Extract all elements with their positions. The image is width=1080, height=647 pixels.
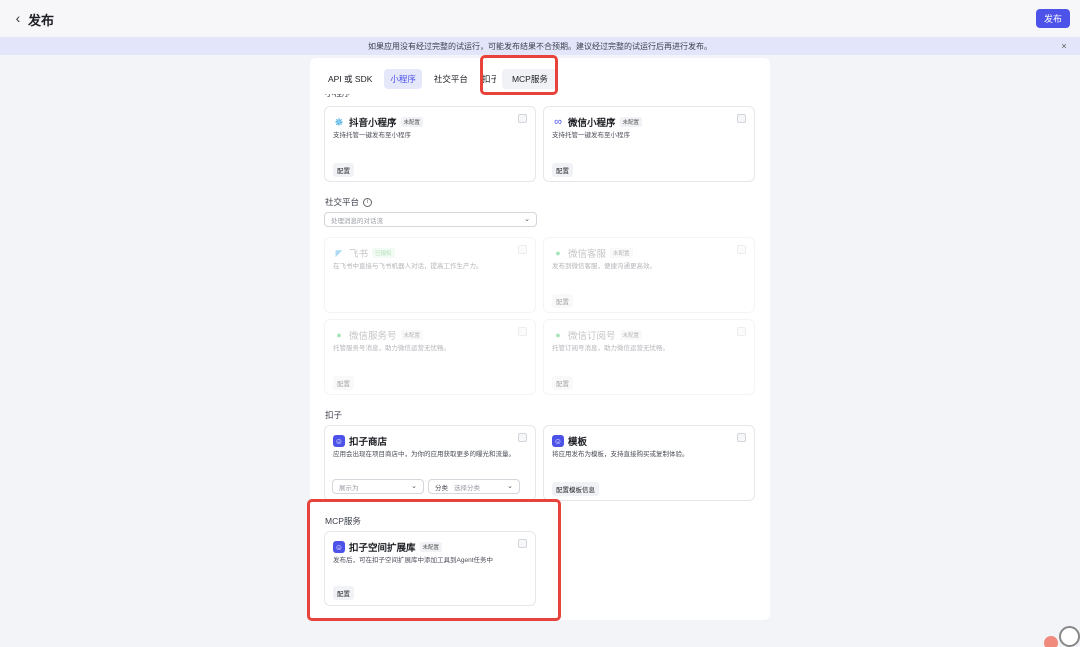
douyin-icon: ✵ xyxy=(334,116,344,129)
card-name: 微信小程序 xyxy=(568,118,616,129)
card-wechat-sub[interactable]: ● 微信订阅号 未配置 托管订阅号消息，助力微信运营无忧畅。 配置 xyxy=(543,319,755,395)
card-desc: 将应用发布为模板，支持直接购买或复制体验。 xyxy=(552,451,689,458)
card-template[interactable]: ☺ 模板 将应用发布为模板，支持直接购买或复制体验。 配置模板信息 xyxy=(543,425,755,501)
card-wechat-service[interactable]: ● 微信服务号 未配置 托管服务号消息，助力微信运营无忧畅。 配置 xyxy=(324,319,536,395)
help-button[interactable] xyxy=(1059,626,1080,647)
status-badge: 未配置 xyxy=(619,117,643,127)
card-name: 抖音小程序 xyxy=(349,118,397,129)
section-social: 社交平台 i xyxy=(325,196,373,208)
status-badge: 未配置 xyxy=(419,542,443,552)
status-badge: 已授权 xyxy=(372,248,395,258)
select-checkbox[interactable] xyxy=(737,114,746,123)
card-name: 扣子商店 xyxy=(349,437,388,448)
wechat-icon: ● xyxy=(336,330,342,340)
section-social-label: 社交平台 xyxy=(325,197,360,207)
card-desc: 在飞书中直接与飞书机器人对话，提高工作生产力。 xyxy=(333,263,483,270)
card-douyin[interactable]: ✵ 抖音小程序 未配置 支持托管一键发布至小程序 配置 xyxy=(324,106,536,182)
select-placeholder: 选择分类 xyxy=(454,484,480,492)
wechat-icon: ● xyxy=(555,248,561,258)
category-prefix: 分类 xyxy=(435,484,448,492)
tab-social[interactable]: 社交平台 xyxy=(428,69,474,89)
status-badge: 未配置 xyxy=(610,248,633,258)
card-name: 扣子空间扩展库 xyxy=(349,543,416,554)
top-bar: ‹ 发布 发布 xyxy=(0,0,1080,37)
card-mcp-ext[interactable]: ☺ 扣子空间扩展库 未配置 发布后，可在扣子空间扩展库中添加工具到Agent任务… xyxy=(324,531,536,606)
feishu-icon: ◤ xyxy=(335,247,343,258)
card-name: 微信客服 xyxy=(568,249,607,260)
avatar[interactable] xyxy=(1044,636,1058,647)
config-button[interactable]: 配置 xyxy=(333,586,354,600)
coze-icon: ☺ xyxy=(333,435,345,447)
card-wechat-kefu[interactable]: ● 微信客服 未配置 发布到微信客服，便捷沟通更高效。 配置 xyxy=(543,237,755,313)
status-badge: 未配置 xyxy=(400,330,424,340)
card-wechat-mini[interactable]: ∞ 微信小程序 未配置 支持托管一键发布至小程序 配置 xyxy=(543,106,755,182)
select-checkbox[interactable] xyxy=(518,327,527,336)
tab-mcp[interactable]: MCP服务 xyxy=(501,69,558,89)
config-button[interactable]: 配置 xyxy=(333,163,354,177)
section-coze: 扣子 xyxy=(325,410,343,420)
select-checkbox[interactable] xyxy=(737,433,746,442)
chevron-down-icon: ⌄ xyxy=(507,483,513,490)
coze-icon: ☺ xyxy=(333,541,345,553)
section-mcp: MCP服务 xyxy=(325,516,361,526)
status-badge: 未配置 xyxy=(619,330,643,340)
config-button[interactable]: 配置 xyxy=(333,376,354,390)
select-checkbox[interactable] xyxy=(518,433,527,442)
close-icon[interactable]: × xyxy=(1058,40,1070,52)
card-name: 飞书 xyxy=(349,249,369,260)
card-desc: 支持托管一键发布至小程序 xyxy=(552,132,630,139)
card-name: 微信服务号 xyxy=(349,331,397,342)
card-desc: 发布到微信客服，便捷沟通更高效。 xyxy=(552,263,656,270)
chevron-down-icon: ⌄ xyxy=(411,483,417,490)
warning-banner: 如果应用没有经过完整的试运行，可能发布结果不合预期。建议经过完整的试运行后再进行… xyxy=(0,37,1080,55)
config-button[interactable]: 配置 xyxy=(552,163,573,177)
wechat-icon: ● xyxy=(555,330,561,340)
config-button[interactable]: 配置 xyxy=(552,294,573,308)
select-checkbox[interactable] xyxy=(518,539,527,548)
publish-button[interactable]: 发布 xyxy=(1036,9,1070,28)
category-select[interactable]: 分类 选择分类 ⌄ xyxy=(428,479,520,494)
tab-coze[interactable]: 扣子 xyxy=(480,69,496,89)
chevron-left-icon[interactable]: ‹ xyxy=(10,10,26,26)
publish-tabs: API 或 SDK 小程序 社交平台 扣子 MCP服务 xyxy=(322,69,558,89)
display-as-select[interactable]: 展示为 ⌄ xyxy=(332,479,424,494)
config-template-button[interactable]: 配置模板信息 xyxy=(552,482,599,496)
select-checkbox[interactable] xyxy=(737,327,746,336)
tab-mini-program[interactable]: 小程序 xyxy=(384,69,422,89)
select-checkbox[interactable] xyxy=(518,245,527,254)
config-button[interactable]: 配置 xyxy=(552,376,573,390)
page-title: 发布 xyxy=(28,13,55,28)
dialogflow-select[interactable]: 处理消息的对话流 ⌄ xyxy=(324,212,537,227)
link-icon: ∞ xyxy=(554,116,562,128)
status-badge: 未配置 xyxy=(400,117,424,127)
card-desc: 支持托管一键发布至小程序 xyxy=(333,132,411,139)
card-name: 模板 xyxy=(568,437,588,448)
section-mini-program: 小程序 xyxy=(325,94,351,99)
tab-api-sdk[interactable]: API 或 SDK xyxy=(322,69,378,89)
select-placeholder: 处理消息的对话流 xyxy=(331,217,383,225)
card-desc: 托管订阅号消息，助力微信运营无忧畅。 xyxy=(552,345,669,352)
select-placeholder: 展示为 xyxy=(339,484,359,492)
card-feishu[interactable]: ◤ 飞书 已授权 在飞书中直接与飞书机器人对话，提高工作生产力。 xyxy=(324,237,536,313)
select-checkbox[interactable] xyxy=(737,245,746,254)
coze-icon: ☺ xyxy=(552,435,564,447)
card-desc: 应用会出现在项目商店中，为你的应用获取更多的曝光和流量。 xyxy=(333,451,515,458)
card-name: 微信订阅号 xyxy=(568,331,616,342)
card-desc: 托管服务号消息，助力微信运营无忧畅。 xyxy=(333,345,450,352)
select-checkbox[interactable] xyxy=(518,114,527,123)
card-desc: 发布后，可在扣子空间扩展库中添加工具到Agent任务中 xyxy=(333,557,493,564)
info-icon[interactable]: i xyxy=(363,197,373,207)
banner-text: 如果应用没有经过完整的试运行，可能发布结果不合预期。建议经过完整的试运行后再进行… xyxy=(368,41,712,51)
chevron-down-icon: ⌄ xyxy=(524,216,530,223)
